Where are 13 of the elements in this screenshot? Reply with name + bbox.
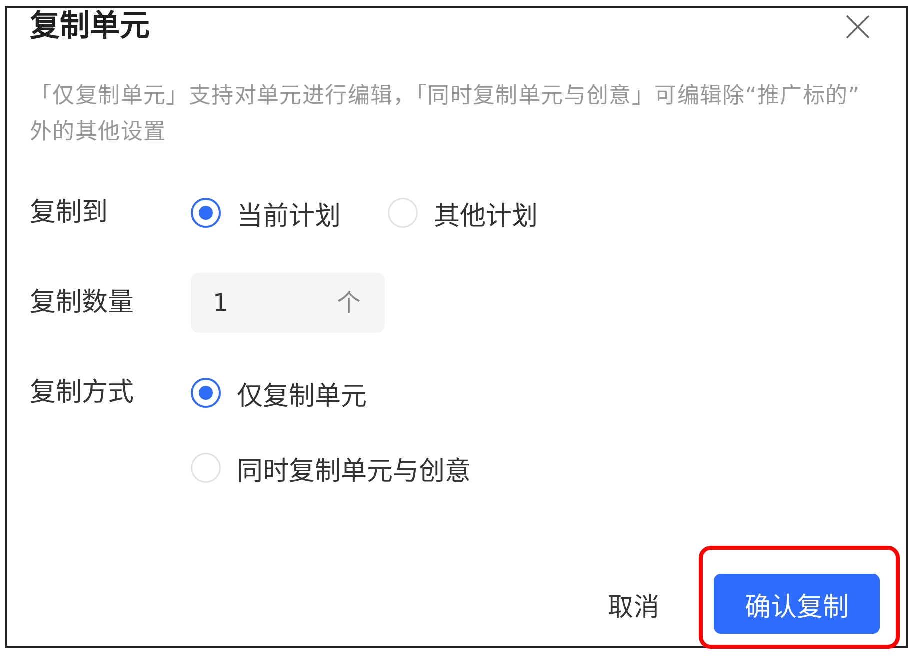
field-label: 复制方式 — [30, 377, 135, 410]
field-label: 复制到 — [30, 197, 109, 230]
radio-option[interactable]: 其他计划 — [388, 183, 538, 243]
field-label: 复制数量 — [30, 287, 135, 320]
radio-option[interactable]: 仅复制单元 — [191, 363, 471, 423]
radio-option[interactable]: 当前计划 — [191, 183, 341, 243]
unit-label: 个 — [337, 288, 361, 318]
description-text: 「仅复制单元」支持对单元进行编辑，「同时复制单元与创意」可编辑除“推广标的”外的其他设置 — [30, 83, 862, 147]
dialog-title: 复制单元 — [30, 8, 150, 46]
close-icon[interactable] — [846, 15, 870, 39]
cancel-button[interactable]: 取消 — [592, 574, 676, 634]
confirm-button[interactable]: 确认复制 — [714, 574, 880, 634]
radio-option[interactable]: 同时复制单元与创意 — [191, 438, 471, 498]
